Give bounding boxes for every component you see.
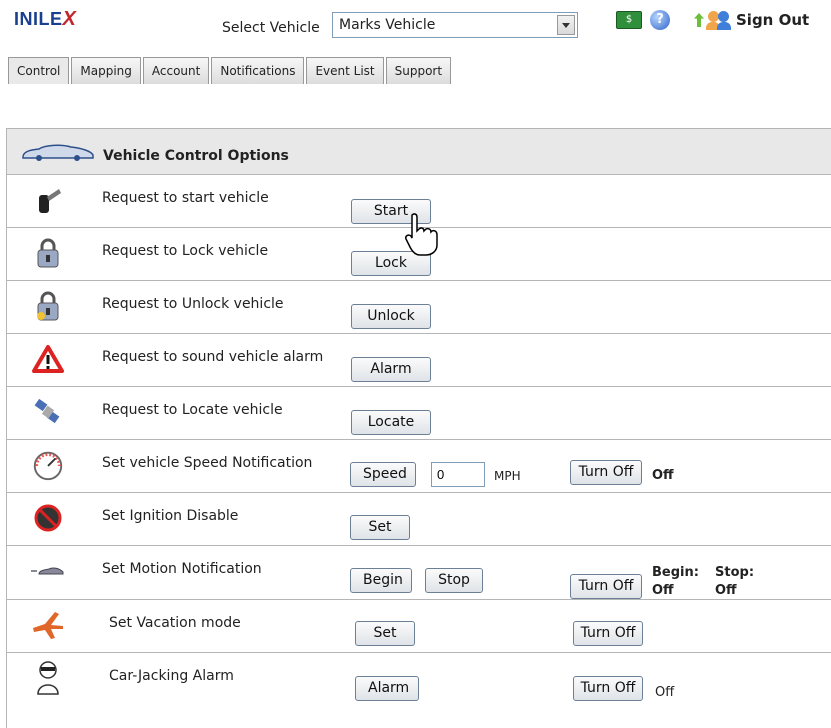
row-motion: Set Motion Notification Begin Stop Turn … <box>7 545 831 600</box>
satellite-icon <box>31 395 65 429</box>
tab-account[interactable]: Account <box>142 57 210 84</box>
chevron-down-icon[interactable] <box>557 15 575 35</box>
inilex-logo: INILEX <box>14 8 76 31</box>
lock-icon <box>31 236 65 270</box>
motion-begin-value: Off <box>652 583 674 598</box>
ignition-disable-icon <box>31 501 65 535</box>
row-label: Set Vacation mode <box>109 615 241 631</box>
tab-notifications[interactable]: Notifications <box>211 57 305 84</box>
carjacking-alarm-button[interactable]: Alarm <box>355 676 419 701</box>
panel-title: Vehicle Control Options <box>103 148 289 164</box>
top-icons: $ ? Sign Out <box>616 10 809 30</box>
row-ignition: Set Ignition Disable Set <box>7 492 831 546</box>
select-vehicle-label: Select Vehicle <box>222 20 320 36</box>
row-vacation: Set Vacation mode Set Turn Off <box>7 599 831 653</box>
key-icon <box>31 183 65 217</box>
car-icon <box>22 144 94 161</box>
row-label: Set Ignition Disable <box>102 508 239 524</box>
motion-stop-button[interactable]: Stop <box>425 568 483 593</box>
row-label: Request to start vehicle <box>102 190 269 206</box>
row-speed: Set vehicle Speed Notification Speed MPH… <box>7 439 831 493</box>
row-carjacking: Car-Jacking Alarm Alarm Turn Off Off <box>7 652 831 705</box>
speed-turn-off-button[interactable]: Turn Off <box>570 460 642 485</box>
airplane-icon <box>31 608 65 642</box>
locate-button[interactable]: Locate <box>351 410 431 435</box>
speed-button[interactable]: Speed <box>350 462 416 487</box>
vehicle-select[interactable]: Marks Vehicle <box>332 12 578 38</box>
nav-tabs: Control Mapping Account Notifications Ev… <box>8 57 453 84</box>
unlock-icon <box>31 289 65 323</box>
row-label: Set Motion Notification <box>102 561 262 577</box>
tab-control[interactable]: Control <box>8 57 70 84</box>
hand-cursor-icon <box>405 213 438 256</box>
tab-support[interactable]: Support <box>385 57 452 84</box>
carjacker-icon <box>31 661 65 695</box>
help-icon[interactable]: ? <box>650 10 670 30</box>
users-icon <box>706 10 734 30</box>
row-label: Set vehicle Speed Notification <box>102 455 313 471</box>
row-label: Car-Jacking Alarm <box>109 668 234 684</box>
tab-mapping[interactable]: Mapping <box>71 57 141 84</box>
sign-out-arrow-icon <box>694 13 704 27</box>
ignition-set-button[interactable]: Set <box>350 515 410 540</box>
row-label: Request to sound vehicle alarm <box>102 349 324 365</box>
carjacking-status: Off <box>655 685 675 700</box>
motion-car-icon <box>31 554 65 588</box>
motion-stop-label: Stop: <box>715 565 755 580</box>
panel-header: Vehicle Control Options <box>7 128 831 175</box>
row-label: Request to Locate vehicle <box>102 402 283 418</box>
sign-out-link[interactable]: Sign Out <box>694 10 809 30</box>
speed-input[interactable] <box>431 462 485 487</box>
alarm-button[interactable]: Alarm <box>351 357 431 382</box>
tab-event-list[interactable]: Event List <box>306 57 384 84</box>
row-locate: Request to Locate vehicle Locate <box>7 386 831 440</box>
motion-begin-label: Begin: <box>652 565 699 580</box>
warning-icon <box>31 342 65 376</box>
row-label: Request to Lock vehicle <box>102 243 269 259</box>
unlock-button[interactable]: Unlock <box>351 304 431 329</box>
row-alarm: Request to sound vehicle alarm Alarm <box>7 333 831 387</box>
speed-status: Off <box>652 468 674 483</box>
vacation-set-button[interactable]: Set <box>355 621 415 646</box>
row-unlock: Request to Unlock vehicle Unlock <box>7 280 831 334</box>
vehicle-select-value: Marks Vehicle <box>339 17 436 33</box>
motion-stop-value: Off <box>715 583 737 598</box>
vacation-turn-off-button[interactable]: Turn Off <box>573 621 643 646</box>
motion-begin-button[interactable]: Begin <box>350 568 412 593</box>
motion-turn-off-button[interactable]: Turn Off <box>570 574 642 599</box>
sign-out-label[interactable]: Sign Out <box>736 11 809 29</box>
speed-unit-label: MPH <box>494 469 521 483</box>
logo-x: X <box>62 8 77 30</box>
carjacking-turn-off-button[interactable]: Turn Off <box>573 676 643 701</box>
money-icon[interactable]: $ <box>616 11 642 29</box>
row-label: Request to Unlock vehicle <box>102 296 284 312</box>
logo-text: INILE <box>14 9 63 29</box>
speedometer-icon <box>31 448 65 482</box>
